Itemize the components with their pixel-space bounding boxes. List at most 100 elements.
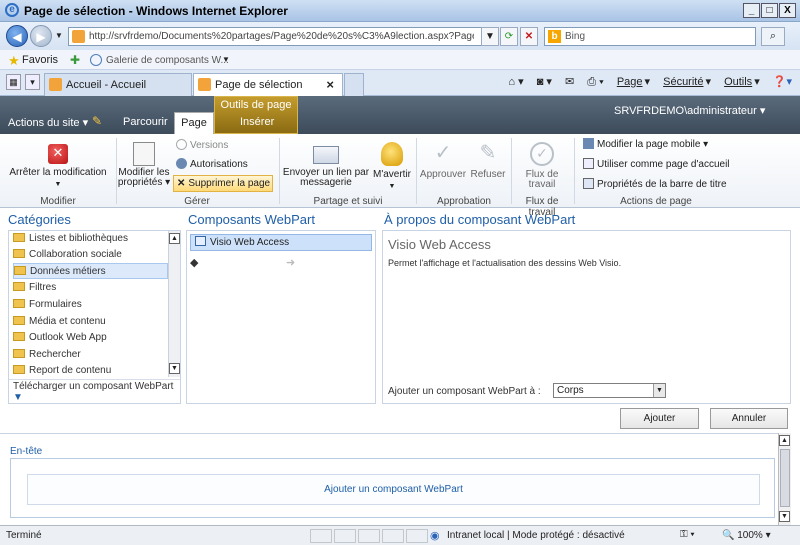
maximize-button[interactable]: □ [761, 3, 778, 18]
home-icon[interactable]: ⌂ ▾ [508, 76, 523, 88]
category-label: Report de contenu [29, 365, 112, 376]
mail-icon[interactable]: ✉ [565, 76, 574, 88]
search-icon[interactable]: ⌕ [761, 27, 785, 46]
prev-arrow-icon[interactable]: ◆ [190, 256, 198, 269]
user-name: SRVFRDEMO\administrateur [614, 105, 757, 117]
category-label: Média et contenu [29, 316, 106, 327]
webpart-gallery-link[interactable]: Galerie de composants W... [106, 55, 229, 66]
tab-list-icon[interactable]: ▾ [25, 74, 40, 90]
category-item[interactable]: Rechercher [13, 347, 168, 363]
category-label: Outlook Web App [29, 332, 107, 343]
edit-page-icon[interactable]: ✎ [92, 114, 102, 128]
category-item[interactable]: Listes et bibliothèques [13, 231, 168, 247]
forward-button[interactable]: ▶ [30, 25, 52, 47]
about-panel [382, 230, 791, 404]
set-home-button[interactable]: Utiliser comme page d'accueil [583, 158, 730, 170]
tab-browse[interactable]: Parcourir [123, 116, 168, 134]
group-divider [416, 138, 417, 204]
folder-icon [13, 282, 25, 291]
category-item-selected[interactable]: Données métiers [13, 263, 168, 279]
browser-tab-strip: ▦ ▾ Accueil - Accueil Page de sélection … [0, 70, 800, 96]
scroll-up-icon[interactable]: ▲ [169, 233, 180, 244]
versions-button[interactable]: Versions [176, 139, 228, 151]
minimize-button[interactable]: _ [743, 3, 760, 18]
new-tab-button[interactable] [344, 73, 364, 96]
status-segment [310, 529, 332, 543]
feeds-icon[interactable]: ◙ ▾ [537, 76, 552, 88]
tab-insert[interactable]: Insérer [240, 116, 274, 134]
user-menu[interactable]: SRVFRDEMO\administrateur ▾ [614, 104, 765, 117]
email-link-button[interactable]: Envoyer un lien par messagerie [281, 140, 371, 188]
about-title-header: À propos du composant WebPart [384, 212, 576, 227]
stop-edit-button[interactable]: ✕ Arrêter la modification ▼ [2, 140, 114, 190]
quick-tabs-icon[interactable]: ▦ [6, 74, 21, 90]
help-icon[interactable]: ❓▾ [773, 76, 792, 88]
modify-properties-button[interactable]: Modifier les propriétés ▾ [117, 140, 171, 188]
security-menu[interactable]: Sécurité [663, 76, 703, 88]
category-label: Filtres [29, 282, 57, 293]
search-input[interactable]: b Bing [544, 27, 756, 46]
protected-mode-icon[interactable]: ⚿ ▾ [680, 529, 695, 540]
tools-menu[interactable]: Outils [724, 76, 752, 88]
category-label: Collaboration sociale [29, 249, 122, 260]
versions-icon [176, 139, 187, 150]
print-icon[interactable]: ⎙ ▾ [587, 76, 603, 88]
webparts-title: Composants WebPart [188, 212, 315, 227]
category-item[interactable]: Média et contenu [13, 314, 168, 330]
add-webpart-zone-link[interactable]: Ajouter un composant WebPart [27, 474, 760, 505]
tab-accueil[interactable]: Accueil - Accueil [44, 73, 192, 96]
add-button[interactable]: Ajouter [620, 408, 699, 429]
category-item[interactable]: Outlook Web App [13, 330, 168, 346]
category-label: Formulaires [29, 299, 82, 310]
categories-scrollbar[interactable]: ▲ ▼ [168, 231, 180, 377]
zone-select[interactable]: Corps ▼ [553, 383, 666, 398]
scroll-down-icon[interactable]: ▼ [169, 363, 180, 374]
favorites-button[interactable]: Favoris [22, 54, 58, 66]
workflow-button[interactable]: ✓ Flux de travail [512, 140, 572, 190]
zoom-level[interactable]: 🔍 100% ▾ [722, 530, 771, 541]
reject-button[interactable]: ✎ Refuser [468, 140, 508, 180]
status-segment [358, 529, 380, 543]
gallery-dropdown-icon[interactable]: ▼ [222, 55, 230, 64]
refresh-icon[interactable]: ⟳ [500, 27, 518, 46]
category-label: Listes et bibliothèques [29, 233, 128, 244]
add-favorite-icon[interactable]: ✚ [70, 53, 80, 67]
properties-icon [133, 142, 155, 166]
approve-button[interactable]: ✓ Approuver [418, 140, 468, 180]
tab-page-selection[interactable]: Page de sélection × [193, 73, 343, 96]
history-dropdown-icon[interactable]: ▼ [55, 31, 63, 40]
close-tab-icon[interactable]: × [326, 77, 334, 92]
scroll-up-icon[interactable]: ▲ [779, 435, 790, 446]
delete-page-button[interactable]: ✕ Supprimer la page [173, 175, 273, 192]
permissions-button[interactable]: Autorisations [176, 158, 248, 170]
scroll-thumb[interactable] [780, 449, 790, 507]
divider [9, 379, 180, 380]
favorites-star-icon[interactable]: ★ [8, 53, 20, 69]
page-menu[interactable]: Page [617, 76, 643, 88]
tab-page[interactable]: Page [174, 112, 214, 135]
next-arrow-icon[interactable]: ➜ [286, 256, 295, 269]
site-actions-menu[interactable]: Actions du site ▾ [8, 116, 88, 134]
chevron-down-icon: ▼ [653, 384, 665, 397]
category-item[interactable]: Report de contenu [13, 363, 168, 379]
page-scrollbar[interactable]: ▲ ▼ [778, 433, 791, 525]
stop-edit-label: Arrêter la modification [9, 167, 107, 178]
mobile-page-button[interactable]: Modifier la page mobile ▾ [583, 138, 708, 150]
back-button[interactable]: ◀ [6, 25, 28, 47]
address-bar[interactable]: http://srvfrdemo/Documents%20partages/Pa… [68, 27, 494, 46]
stop-icon[interactable]: ✕ [520, 27, 538, 46]
upload-webpart-link[interactable]: Télécharger un composant WebPart ▼ [13, 381, 180, 403]
title-bar-props-button[interactable]: Propriétés de la barre de titre [583, 178, 727, 190]
address-dropdown-icon[interactable]: ▼ [481, 27, 499, 46]
close-window-button[interactable]: X [779, 3, 796, 18]
window-title: Page de sélection - Windows Internet Exp… [24, 4, 288, 18]
cancel-button[interactable]: Annuler [710, 408, 788, 429]
alert-me-button[interactable]: M'avertir ▼ [370, 140, 414, 192]
ie-logo-icon: e [5, 3, 19, 17]
category-item[interactable]: Collaboration sociale [13, 247, 168, 263]
category-item[interactable]: Formulaires [13, 297, 168, 313]
title-bar-props-label: Propriétés de la barre de titre [597, 179, 727, 190]
scroll-down-icon[interactable]: ▼ [779, 511, 790, 522]
webpart-item-visio[interactable]: Visio Web Access [190, 234, 372, 251]
category-item[interactable]: Filtres [13, 280, 168, 296]
